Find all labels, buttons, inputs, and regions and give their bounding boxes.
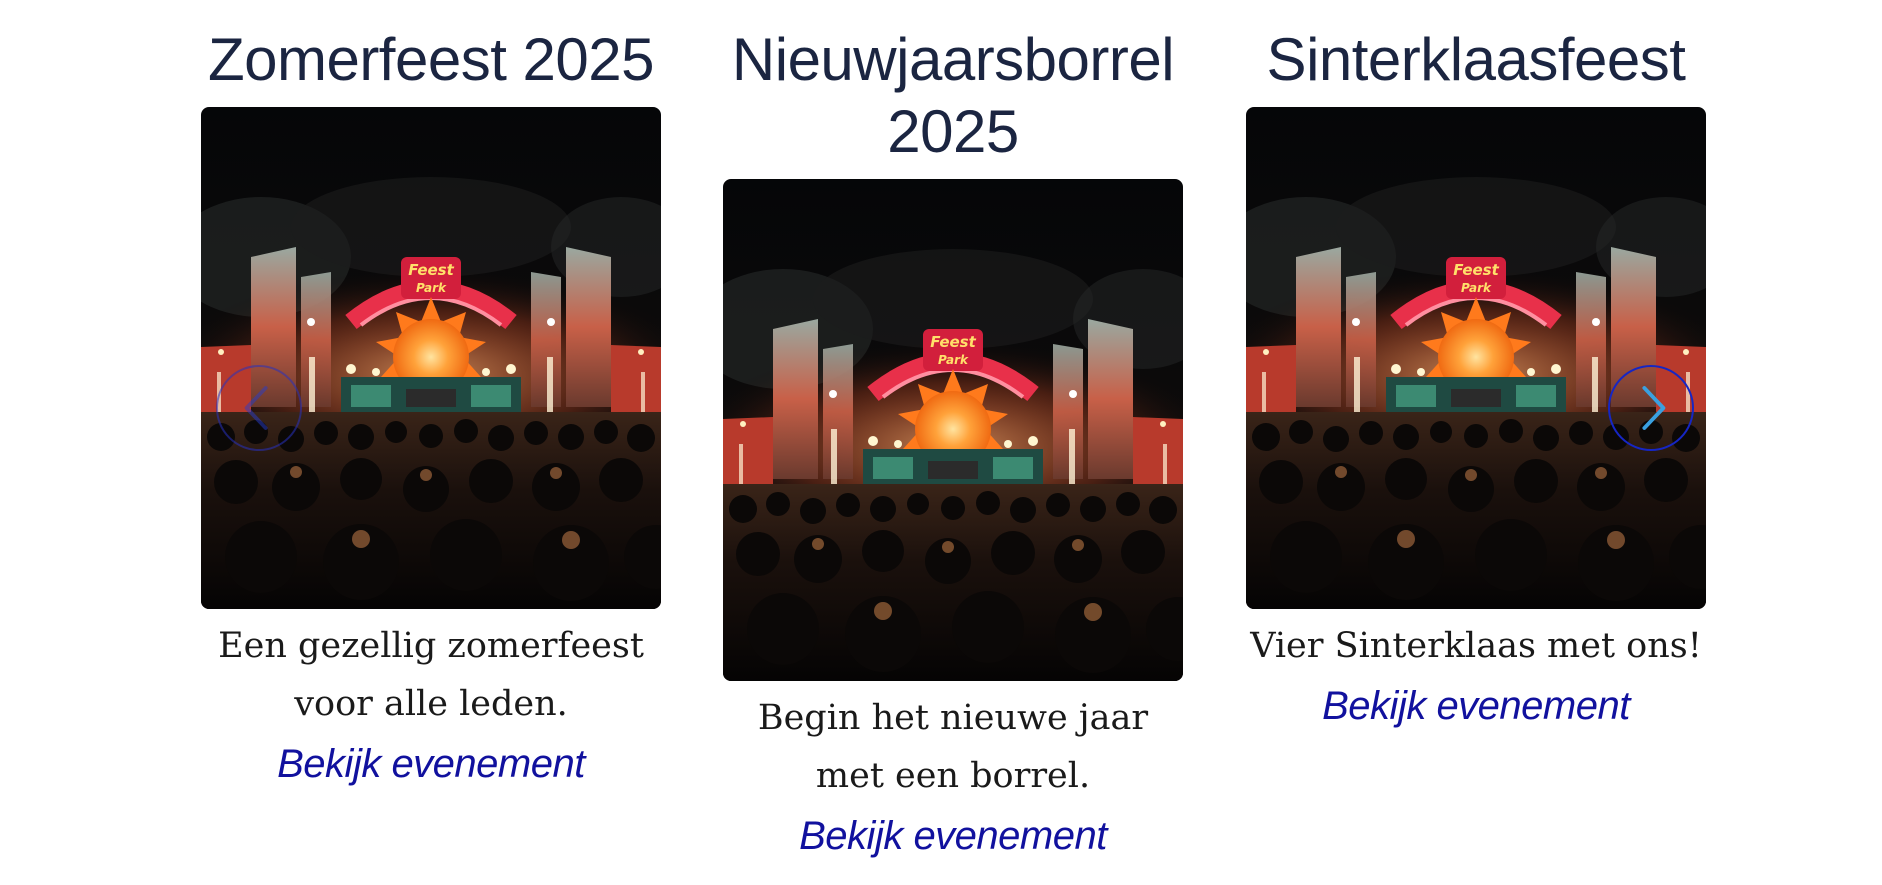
event-title: Sinterklaasfeest	[1266, 26, 1686, 93]
chevron-left-icon	[218, 367, 300, 449]
event-title: Zomerfeest 2025	[207, 26, 655, 93]
event-card-nieuwjaarsborrel: Nieuwjaarsborrel 2025 Begin het nieuwe j…	[723, 24, 1183, 863]
view-event-link[interactable]: Bekijk evenement	[277, 737, 585, 791]
event-image[interactable]	[723, 179, 1183, 681]
view-event-link[interactable]: Bekijk evenement	[799, 809, 1107, 863]
event-description: Begin het nieuwe jaar met een borrel.	[757, 698, 1149, 796]
event-description: Een gezellig zomerfeest voor alle leden.	[218, 626, 644, 724]
chevron-right-icon	[1610, 367, 1692, 449]
event-title: Nieuwjaarsborrel 2025	[731, 26, 1175, 165]
event-image[interactable]	[1246, 107, 1706, 609]
carousel-next-button[interactable]	[1608, 365, 1694, 451]
view-event-link[interactable]: Bekijk evenement	[1322, 679, 1630, 733]
event-description: Vier Sinterklaas met ons!	[1250, 626, 1702, 666]
carousel-prev-button[interactable]	[216, 365, 302, 451]
events-carousel: Zomerfeest 2025 Een gezellig zomerfeest …	[0, 0, 1882, 885]
event-image[interactable]	[201, 107, 661, 609]
